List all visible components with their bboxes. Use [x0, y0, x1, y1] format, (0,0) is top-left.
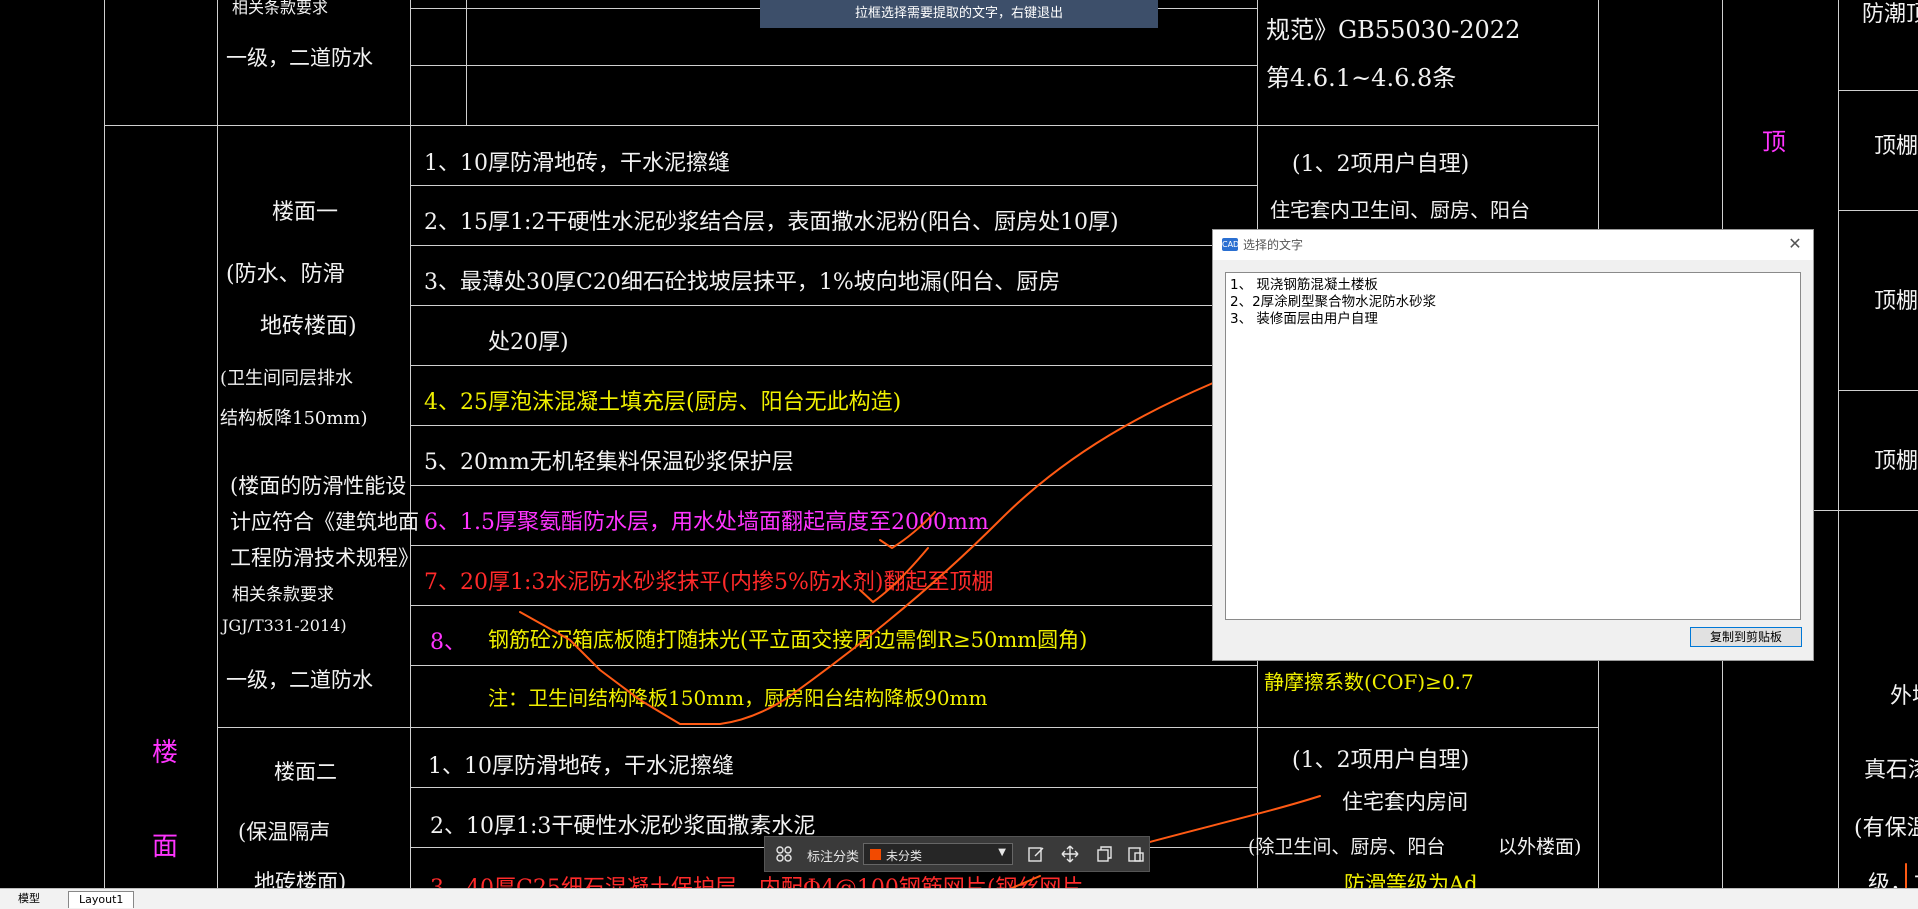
dialog-title-bar[interactable]: CAD 选择的文字 ✕	[1213, 230, 1813, 260]
tab-layout1[interactable]: Layout1	[68, 891, 135, 908]
tab-model[interactable]: 模型	[8, 891, 50, 907]
layout-tab-bar: 模型 Layout1	[0, 888, 1918, 909]
edit-icon[interactable]	[1027, 845, 1045, 863]
category-select[interactable]: 未分类 ▼	[863, 843, 1013, 865]
dialog-title: 选择的文字	[1243, 238, 1304, 252]
close-icon[interactable]: ✕	[1785, 234, 1805, 254]
chevron-down-icon: ▼	[998, 847, 1006, 858]
paste-icon[interactable]	[1127, 845, 1145, 863]
color-swatch	[870, 849, 881, 860]
selected-text-area[interactable]: 1、 现浇钢筋混凝土楼板 2、2厚涂刷型聚合物水泥防水砂浆 3、 装修面层由用户…	[1225, 272, 1801, 620]
text-line: 1、 现浇钢筋混凝土楼板	[1230, 277, 1378, 293]
text-line: 2、2厚涂刷型聚合物水泥防水砂浆	[1230, 294, 1437, 310]
copy-to-clipboard-button[interactable]: 复制到剪贴板	[1690, 627, 1802, 647]
app-icon: CAD	[1222, 238, 1240, 251]
copy-icon[interactable]	[1095, 845, 1113, 863]
selection-hint-banner: 拉框选择需要提取的文字，右键退出	[760, 0, 1158, 28]
grid-icon[interactable]	[775, 845, 793, 863]
text-line: 3、 装修面层由用户自理	[1230, 311, 1378, 327]
move-icon[interactable]	[1061, 845, 1079, 863]
annotation-toolbar[interactable]: 标注分类 未分类 ▼	[764, 836, 1150, 872]
selected-text-dialog[interactable]: CAD 选择的文字 ✕ 1、 现浇钢筋混凝土楼板 2、2厚涂刷型聚合物水泥防水砂…	[1212, 229, 1814, 661]
category-select-value: 未分类	[886, 849, 923, 863]
category-label: 标注分类	[807, 850, 860, 865]
